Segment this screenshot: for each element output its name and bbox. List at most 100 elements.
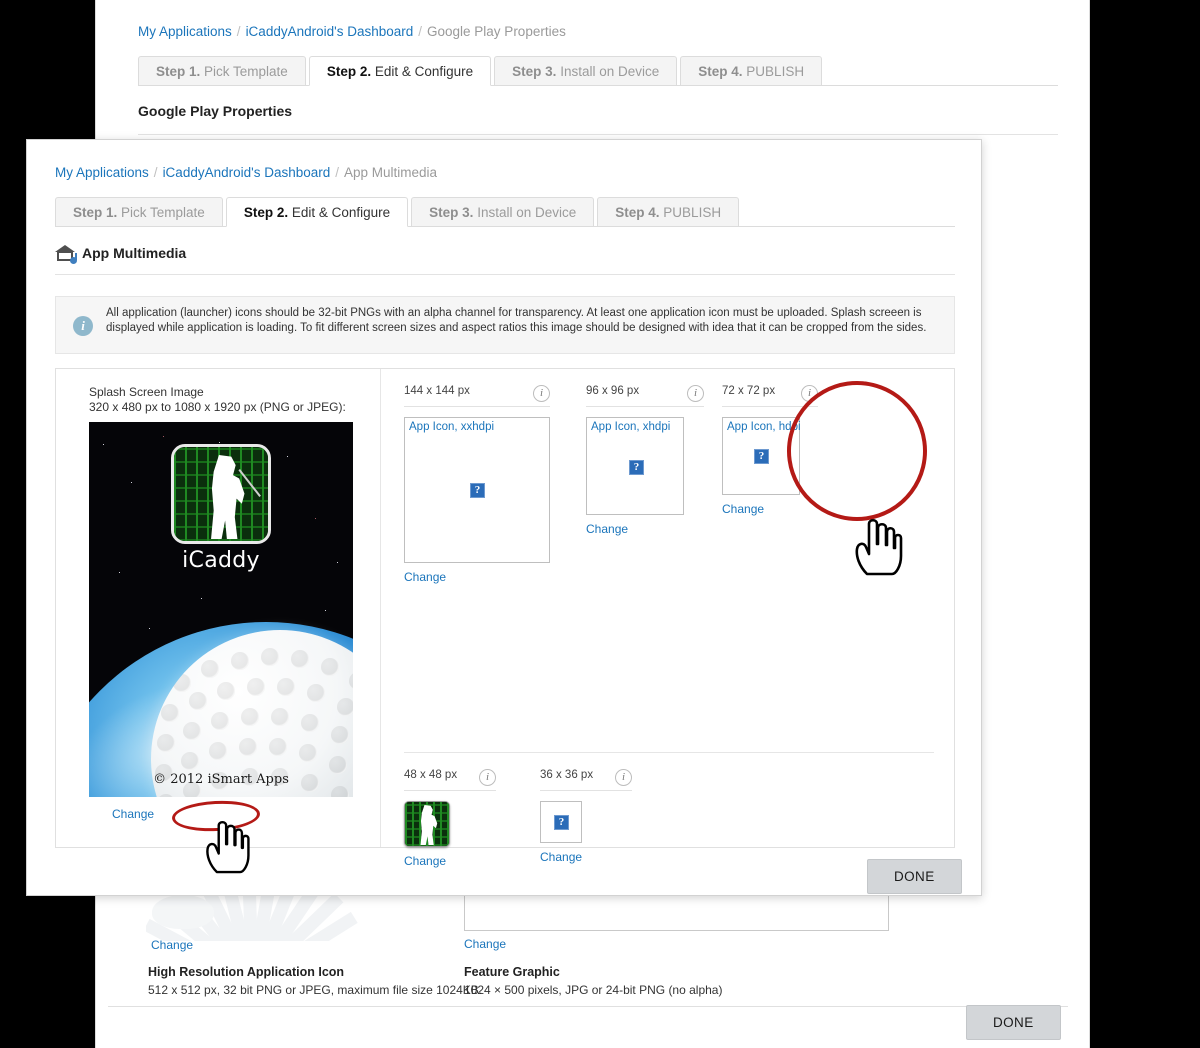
info-icon-144[interactable]: i <box>533 385 550 402</box>
icon-slot-48: 48 x 48 px i Change <box>404 769 496 868</box>
icon-size-label: 144 x 144 px i <box>404 385 550 402</box>
dialog-heading-text: App Multimedia <box>82 245 187 261</box>
breadcrumb-separator: / <box>418 24 423 39</box>
broken-image-icon: ? <box>629 460 644 475</box>
hires-icon-preview <box>146 893 361 941</box>
dialog-breadcrumb-current: App Multimedia <box>344 165 438 180</box>
tab-title: Pick Template <box>121 205 205 220</box>
tab-title: PUBLISH <box>663 205 722 220</box>
icon-size-label: 48 x 48 px i <box>404 769 496 786</box>
underlying-form-bottom: Change High Resolution Application Icon … <box>96 891 1089 1048</box>
icon-row-divider <box>404 752 934 753</box>
tab-title: Install on Device <box>560 64 660 79</box>
splash-label-line1: Splash Screen Image <box>89 385 204 399</box>
breadcrumb-current: Google Play Properties <box>427 24 566 39</box>
tab-step-label: Step 3. <box>512 64 557 79</box>
info-icon-48[interactable]: i <box>479 769 496 786</box>
breadcrumb-separator: / <box>335 165 340 180</box>
tab-title: Edit & Configure <box>291 205 391 220</box>
icon-preview-144[interactable]: App Icon, xxhdpi ? <box>404 417 550 563</box>
info-notice: i All application (launcher) icons shoul… <box>55 296 955 354</box>
breadcrumb-separator: / <box>236 24 241 39</box>
dialog-tab-step-1[interactable]: Step 1. Pick Template <box>55 197 223 227</box>
info-icon-36[interactable]: i <box>615 769 632 786</box>
breadcrumb: My Applications / iCaddyAndroid's Dashboar… <box>138 24 566 39</box>
info-notice-text: All application (launcher) icons should … <box>106 307 927 334</box>
dialog-done-button[interactable]: DONE <box>867 859 962 894</box>
feature-graphic-preview[interactable] <box>464 891 889 931</box>
splash-label: Splash Screen Image 320 x 480 px to 1080… <box>89 385 346 415</box>
dialog-breadcrumb-link-my-applications[interactable]: My Applications <box>55 165 149 180</box>
icon-change-link-72[interactable]: Change <box>722 502 818 516</box>
tabstrip-rule <box>138 85 1058 86</box>
icon-size-label: 72 x 72 px i <box>722 385 818 402</box>
hires-icon-title: High Resolution Application Icon <box>148 965 345 979</box>
icon-size-text: 96 x 96 px <box>586 385 640 397</box>
tab-step-3[interactable]: Step 3. Install on Device <box>494 56 678 86</box>
splash-copyright: © 2012 iSmart Apps <box>153 772 289 787</box>
hires-icon-description: 512 x 512 px, 32 bit PNG or JPEG, maximu… <box>148 983 483 997</box>
icon-change-link-144[interactable]: Change <box>404 570 550 584</box>
tab-step-label: Step 1. <box>156 64 201 79</box>
tab-step-label: Step 3. <box>429 205 474 220</box>
tab-title: Install on Device <box>477 205 577 220</box>
hires-icon-change-link[interactable]: Change <box>151 938 193 952</box>
dialog-tab-step-2[interactable]: Step 2. Edit & Configure <box>225 197 409 227</box>
icon-size-text: 144 x 144 px <box>404 385 470 397</box>
icon-header-rule <box>540 790 632 791</box>
multimedia-icon <box>55 245 77 264</box>
icon-slot-144: 144 x 144 px i App Icon, xxhdpi ? Change <box>404 385 550 584</box>
splash-label-line2: 320 x 480 px to 1080 x 1920 px (PNG or J… <box>89 400 346 414</box>
icon-header-rule <box>404 790 496 791</box>
form-divider <box>108 1006 1068 1007</box>
dialog-breadcrumb-link-dashboard[interactable]: iCaddyAndroid's Dashboard <box>163 165 331 180</box>
icon-header-rule <box>722 406 818 407</box>
breadcrumb-link-dashboard[interactable]: iCaddyAndroid's Dashboard <box>246 24 414 39</box>
info-icon-72[interactable]: i <box>801 385 818 402</box>
icon-preview-72[interactable]: App Icon, hdpi ? <box>722 417 801 495</box>
info-icon-96[interactable]: i <box>687 385 704 402</box>
dialog-divider <box>55 274 955 275</box>
breadcrumb-link-my-applications[interactable]: My Applications <box>138 24 232 39</box>
icon-header-rule <box>586 406 704 407</box>
dialog-tab-step-3[interactable]: Step 3. Install on Device <box>411 197 595 227</box>
splash-screen-preview[interactable]: iCaddy © 2012 iSmart Apps <box>89 422 353 797</box>
icon-change-link-48[interactable]: Change <box>404 854 496 868</box>
app-logo <box>171 444 271 544</box>
tab-step-4[interactable]: Step 4. PUBLISH <box>680 56 823 86</box>
breadcrumb-separator: / <box>153 165 158 180</box>
section-divider <box>138 134 1058 135</box>
icon-preview-48[interactable] <box>404 801 450 847</box>
icon-preview-96[interactable]: App Icon, xhdpi ? <box>586 417 684 515</box>
icon-preview-36[interactable]: ? <box>540 801 582 843</box>
dialog-breadcrumb: My Applications / iCaddyAndroid's Dashboar… <box>55 165 437 180</box>
icon-header-rule <box>404 406 550 407</box>
tab-title: Pick Template <box>204 64 288 79</box>
icon-alt-text: App Icon, hdpi <box>727 421 801 433</box>
wizard-tabs: Step 1. Pick Template Step 2. Edit & Con… <box>138 56 1058 86</box>
done-button[interactable]: DONE <box>966 1005 1061 1040</box>
feature-graphic-change-link[interactable]: Change <box>464 937 506 951</box>
icon-alt-text: App Icon, xxhdpi <box>409 421 495 433</box>
broken-image-icon: ? <box>754 449 769 464</box>
icon-size-label: 36 x 36 px i <box>540 769 632 786</box>
tabstrip-rule <box>55 226 955 227</box>
feature-graphic-description: 1024 × 500 pixels, JPG or 24-bit PNG (no… <box>464 983 723 997</box>
icon-change-link-96[interactable]: Change <box>586 522 704 536</box>
panel-divider <box>380 369 381 847</box>
tab-step-label: Step 2. <box>326 64 372 79</box>
tab-step-label: Step 4. <box>615 205 660 220</box>
tab-step-1[interactable]: Step 1. Pick Template <box>138 56 306 86</box>
page-title: Google Play Properties <box>138 103 293 119</box>
icon-slot-36: 36 x 36 px i ? Change <box>540 769 632 864</box>
icon-size-label: 96 x 96 px i <box>586 385 704 402</box>
splash-app-name: iCaddy <box>182 548 260 573</box>
dialog-tab-step-4[interactable]: Step 4. PUBLISH <box>597 197 740 227</box>
feature-graphic-title: Feature Graphic <box>464 965 560 979</box>
icon-size-text: 36 x 36 px <box>540 769 594 781</box>
icon-size-text: 48 x 48 px <box>404 769 458 781</box>
icon-slot-72: 72 x 72 px i App Icon, hdpi ? Change <box>722 385 818 516</box>
splash-change-link[interactable]: Change <box>112 807 154 821</box>
tab-step-2[interactable]: Step 2. Edit & Configure <box>308 56 492 86</box>
icon-change-link-36[interactable]: Change <box>540 850 632 864</box>
